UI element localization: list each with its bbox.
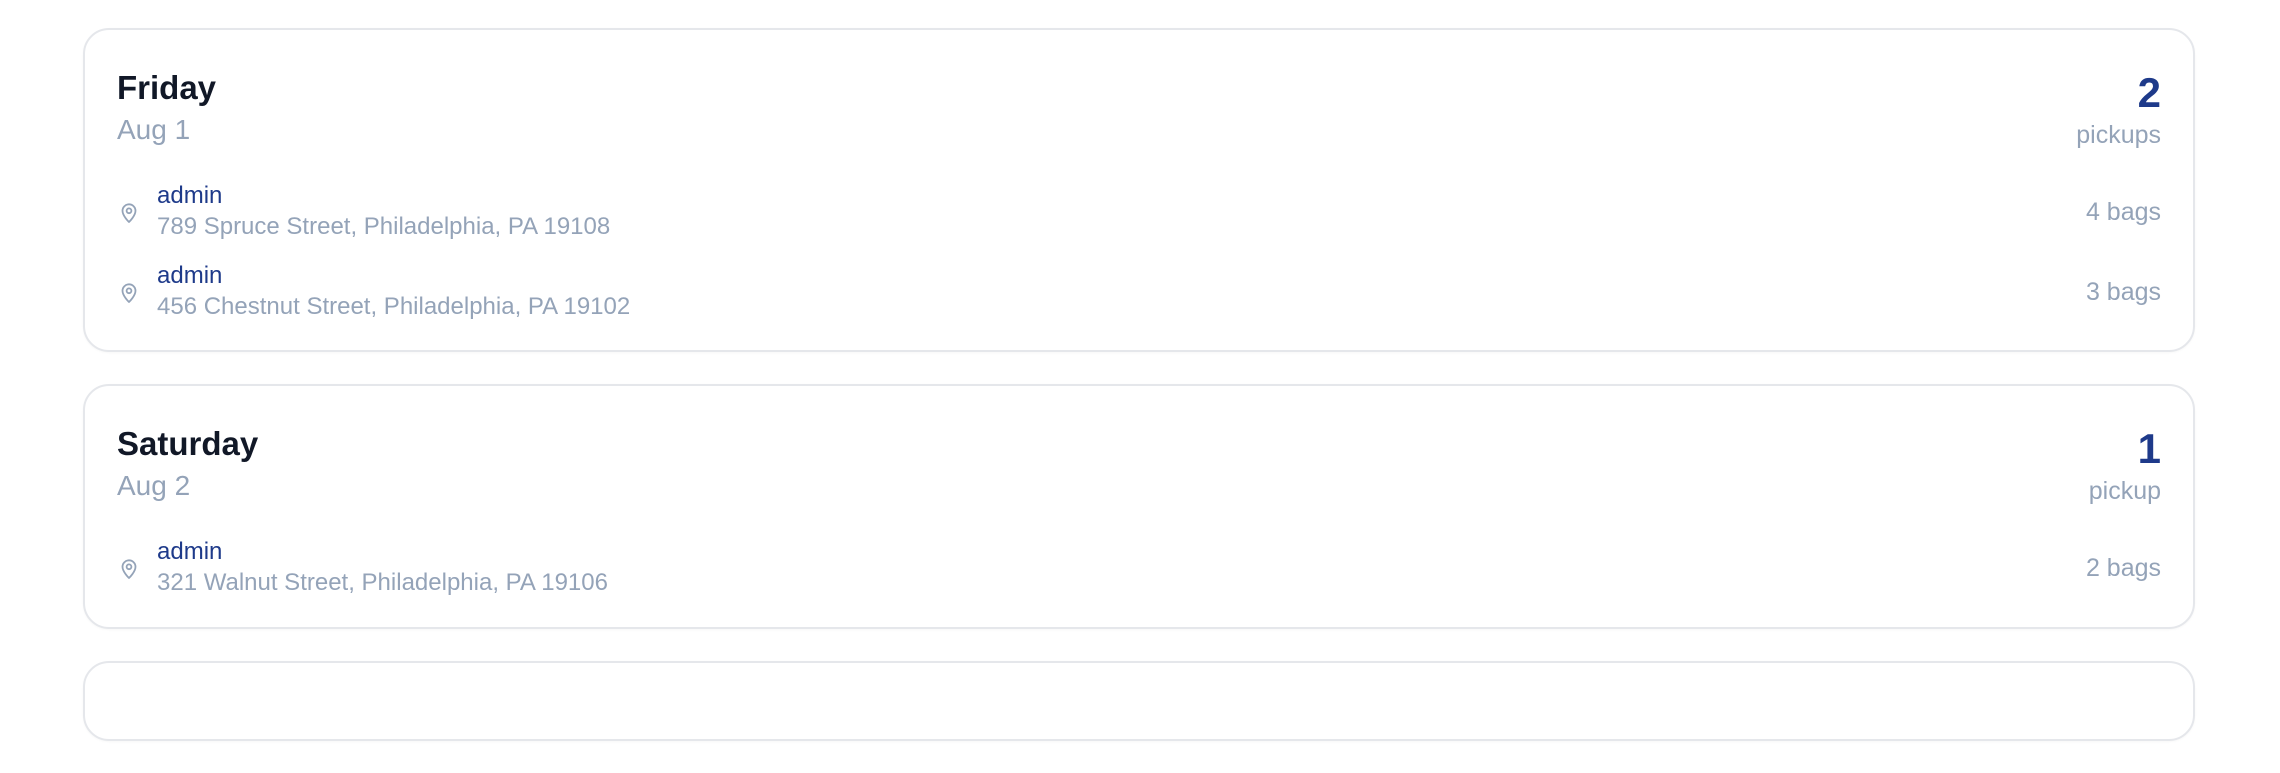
pickup-info: admin 321 Walnut Street, Philadelphia, P… [117,537,608,599]
day-card-saturday[interactable]: Saturday Aug 2 1 pickup admin 321 Walnut… [83,384,2195,629]
day-date: Aug 2 [117,470,191,501]
day-card-friday[interactable]: Friday Aug 1 2 pickups admin 789 Spruce … [83,28,2195,352]
pickup-item[interactable]: admin 456 Chestnut Street, Philadelphia,… [117,260,2161,324]
day-name: Saturday [117,425,259,462]
pickup-address: 321 Walnut Street, Philadelphia, PA 1910… [157,569,608,596]
pickup-count-label: pickup [2088,477,2161,505]
pickup-count-label: pickups [2076,121,2161,149]
pickup-count: 2 pickups [2076,68,2161,150]
pickup-text: admin 321 Walnut Street, Philadelphia, P… [157,537,608,599]
location-pin-icon [117,281,141,305]
pickup-bag-count: 2 bags [2085,553,2161,582]
pickup-text: admin 456 Chestnut Street, Philadelphia,… [157,261,630,323]
pickup-count-number: 1 [2137,425,2161,472]
pickup-user: admin [157,182,223,209]
pickup-info: admin 456 Chestnut Street, Philadelphia,… [117,261,630,323]
pickup-list: admin 321 Walnut Street, Philadelphia, P… [117,536,2161,600]
location-pin-icon [117,201,141,225]
pickup-user: admin [157,538,223,565]
day-heading: Saturday Aug 2 [117,424,258,504]
pickup-info: admin 789 Spruce Street, Philadelphia, P… [117,181,610,243]
day-card-header: Friday Aug 1 2 pickups [117,68,2161,150]
pickup-user: admin [157,262,223,289]
day-heading: Friday Aug 1 [117,68,216,148]
pickup-item[interactable]: admin 789 Spruce Street, Philadelphia, P… [117,180,2161,244]
day-card-next[interactable] [83,661,2195,741]
pickup-item[interactable]: admin 321 Walnut Street, Philadelphia, P… [117,536,2161,600]
pickup-address: 789 Spruce Street, Philadelphia, PA 1910… [157,213,611,240]
day-date: Aug 1 [117,114,191,145]
location-pin-icon [117,557,141,581]
pickup-count: 1 pickup [2089,424,2161,506]
day-card-header: Saturday Aug 2 1 pickup [117,424,2161,506]
pickup-list: admin 789 Spruce Street, Philadelphia, P… [117,180,2161,324]
pickup-address: 456 Chestnut Street, Philadelphia, PA 19… [157,293,631,320]
pickup-bag-count: 3 bags [2085,277,2161,306]
pickup-count-number: 2 [2137,69,2161,116]
pickup-schedule-list: Friday Aug 1 2 pickups admin 789 Spruce … [83,28,2195,773]
pickup-text: admin 789 Spruce Street, Philadelphia, P… [157,181,610,243]
pickup-bag-count: 4 bags [2085,197,2161,226]
day-name: Friday [117,69,217,106]
